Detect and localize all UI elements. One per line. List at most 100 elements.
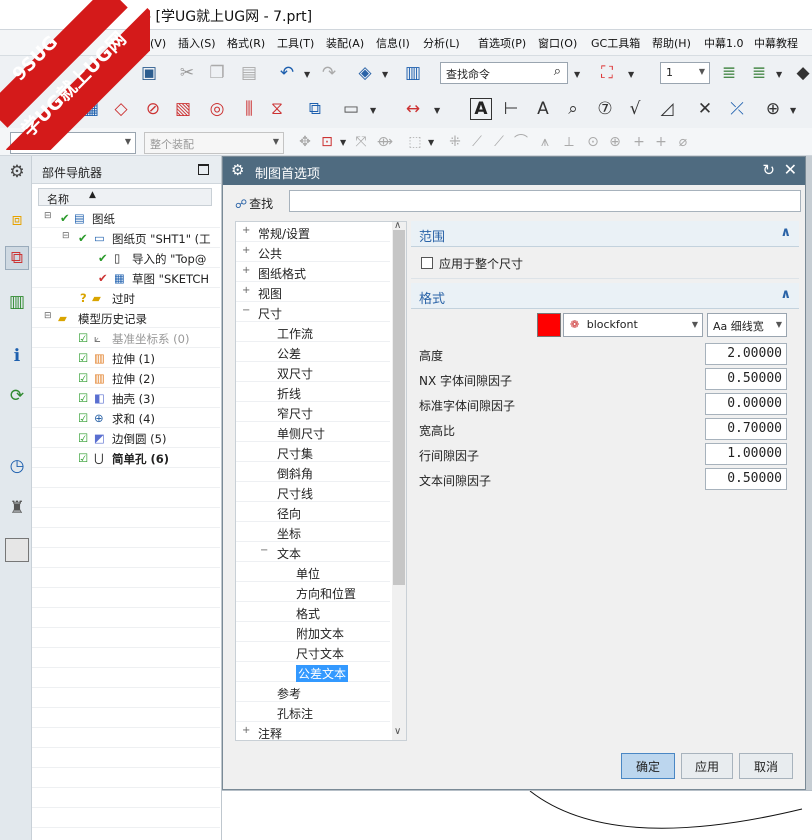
menu-format[interactable]: 格式(R) (227, 35, 265, 51)
dimension-icon[interactable]: ↔ (402, 98, 424, 120)
bolt-circle-icon[interactable]: ⤫ (726, 98, 748, 120)
ok-button[interactable]: 确定 (621, 753, 675, 779)
select-feature-icon[interactable]: ⟴ (374, 131, 396, 153)
reset-icon[interactable]: ↻ (762, 161, 775, 179)
menu-gc-toolkit[interactable]: GC工具箱 (591, 35, 640, 51)
collapse-icon[interactable]: ⊟ (44, 311, 52, 321)
pref-tree-item[interactable]: 附加文本 (236, 622, 390, 642)
tree-row[interactable]: ✔ ▦ 草图 "SKETCH (32, 268, 220, 288)
pref-tree-item[interactable]: 窄尺寸 (236, 402, 390, 422)
info-window-icon[interactable]: ▥ (402, 62, 424, 84)
tree-row[interactable]: ☑ ⟀ 基准坐标系 (0) (32, 328, 220, 348)
std-font-gap-input[interactable]: 0.00000 (705, 393, 787, 415)
find-command-dropdown-icon[interactable]: ▼ (574, 70, 580, 79)
pref-tree-item[interactable]: 倒斜角 (236, 462, 390, 482)
part-navigator-icon[interactable]: ⧉ (5, 246, 29, 270)
pref-tree-item[interactable]: 方向和位置 (236, 582, 390, 602)
clock-history-icon[interactable]: ◷ (5, 454, 29, 478)
pref-tree-item[interactable]: 尺寸线 (236, 482, 390, 502)
snap-pole-icon[interactable]: + (650, 131, 672, 153)
snap-bounded-icon[interactable]: ⌀ (672, 131, 694, 153)
font-select[interactable]: ❁ blockfont ▼ (563, 313, 703, 337)
web-browser-icon[interactable]: ℹ (5, 344, 29, 368)
pref-tree-item[interactable]: 尺寸文本 (236, 642, 390, 662)
balloon-icon[interactable]: ⑦ (594, 98, 616, 120)
snap-quadrant-icon[interactable]: ⊕ (604, 131, 626, 153)
tree-row[interactable]: ☑ ▥ 拉伸 (1) (32, 348, 220, 368)
pref-tree-item[interactable]: 尺寸集 (236, 442, 390, 462)
note-icon[interactable]: A (470, 98, 492, 120)
checkbox-icon[interactable]: ☑ (78, 331, 88, 345)
select-general-icon[interactable]: ✥ (294, 131, 316, 153)
fit-view-icon[interactable]: ⛶ (596, 62, 618, 84)
reuse-library-icon[interactable]: ▥ (5, 290, 29, 314)
section-view-icon[interactable]: ▧ (172, 98, 194, 120)
snap-midpoint-icon[interactable]: ⟋ (488, 131, 510, 153)
menu-zhongmu[interactable]: 中幕1.0 (704, 35, 744, 51)
expand-icon[interactable]: + (242, 245, 250, 256)
undo-icon[interactable]: ↶ (276, 62, 298, 84)
system-materials-icon[interactable]: ♜ (5, 496, 29, 520)
line-gap-input[interactable]: 1.00000 (705, 443, 787, 465)
fit-view-dropdown-icon[interactable]: ▼ (628, 70, 634, 79)
select-pattern-icon[interactable]: ⤧ (350, 131, 372, 153)
pref-tree-item[interactable]: 双尺寸 (236, 362, 390, 382)
cancel-button[interactable]: 取消 (739, 753, 793, 779)
paint-bucket-icon[interactable]: ◈ (354, 62, 376, 84)
cut-icon[interactable]: ✂ (176, 62, 198, 84)
resource-settings-gear-icon[interactable]: ⚙ (5, 160, 29, 184)
column-header-name[interactable]: 名称 ▲ (38, 188, 212, 206)
collapse-icon[interactable]: − (260, 545, 268, 556)
rectangle-select-icon[interactable]: ⬚ (404, 131, 426, 153)
menu-help[interactable]: 帮助(H) (652, 35, 691, 51)
find-command-input[interactable]: 查找命令 ⌕ (440, 62, 568, 84)
pref-tree-item[interactable]: 折线 (236, 382, 390, 402)
apply-button[interactable]: 应用 (681, 753, 733, 779)
copy-icon[interactable]: ❐ (206, 62, 228, 84)
rectangle-select-dropdown-icon[interactable]: ▼ (428, 138, 434, 147)
snap-intersection-icon[interactable]: ⩚ (534, 131, 556, 153)
pref-tree-item[interactable]: 格式 (236, 602, 390, 622)
expand-icon[interactable]: + (242, 725, 250, 736)
pref-tree-item[interactable]: 参考 (236, 682, 390, 702)
symmetric-centerline-icon[interactable]: ⊕ (762, 98, 784, 120)
layer-select[interactable]: 1 ▼ (660, 62, 710, 84)
assembly-navigator-icon[interactable]: ⧈ (5, 208, 29, 232)
pref-tree-item[interactable]: − 尺寸 (236, 302, 390, 322)
menu-tools[interactable]: 工具(T) (277, 35, 314, 51)
detail-view-icon[interactable]: ◎ (206, 98, 228, 120)
find-input[interactable] (289, 190, 801, 212)
broken-section-icon[interactable]: ⧖ (266, 98, 288, 120)
paste-icon[interactable]: ▤ (238, 62, 260, 84)
scroll-down-icon[interactable]: ∨ (394, 726, 401, 737)
pref-tree-item[interactable]: 坐标 (236, 522, 390, 542)
centermark-icon[interactable]: ✕ (694, 98, 716, 120)
expand-icon[interactable]: + (242, 285, 250, 296)
pref-tree-item[interactable]: + 图纸格式 (236, 262, 390, 282)
tree-row[interactable]: ☑ ◧ 抽壳 (3) (32, 388, 220, 408)
centerline-dropdown-icon[interactable]: ▼ (790, 106, 796, 115)
layer-dropdown-icon[interactable]: ▼ (776, 70, 782, 79)
pref-tree-item[interactable]: − 文本 (236, 542, 390, 562)
text-gap-input[interactable]: 0.50000 (705, 468, 787, 490)
pref-tree-item[interactable]: 公差文本 (236, 662, 390, 682)
scroll-thumb[interactable] (393, 230, 405, 585)
checkbox-icon[interactable]: ☑ (78, 431, 88, 445)
pref-tree-item[interactable]: + 常规/设置 (236, 222, 390, 242)
pref-tree-item[interactable]: + 视图 (236, 282, 390, 302)
checkbox-icon[interactable]: ☑ (78, 411, 88, 425)
nx-font-gap-input[interactable]: 0.50000 (705, 368, 787, 390)
menu-preferences[interactable]: 首选项(P) (478, 35, 526, 51)
datum-feature-icon[interactable]: A (532, 98, 554, 120)
maximize-icon[interactable] (198, 164, 209, 175)
expand-icon[interactable]: + (242, 225, 250, 236)
menu-assembly[interactable]: 装配(A) (326, 35, 364, 51)
height-input[interactable]: 2.00000 (705, 343, 787, 365)
break-view-icon[interactable]: ⫼ (238, 98, 260, 120)
move-to-layer-icon[interactable]: ≣ (748, 62, 770, 84)
pref-tree-item[interactable]: 单侧尺寸 (236, 422, 390, 442)
color-swatch[interactable] (537, 313, 561, 337)
redo-icon[interactable]: ↷ (318, 62, 340, 84)
layer-settings-icon[interactable]: ≣ (718, 62, 740, 84)
line-width-select[interactable]: Aa 细线宽 ▼ (707, 313, 787, 337)
